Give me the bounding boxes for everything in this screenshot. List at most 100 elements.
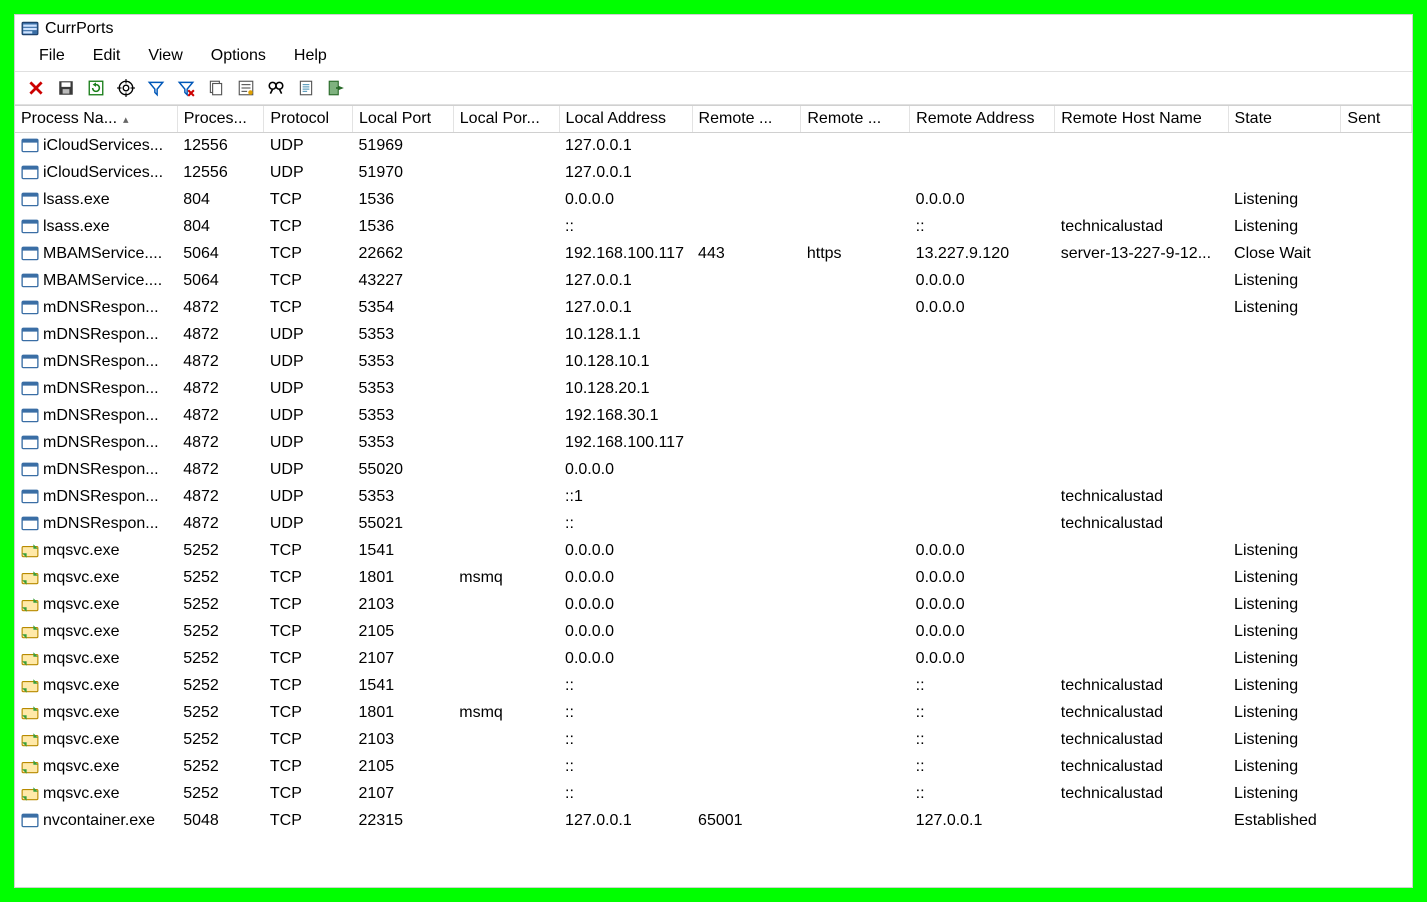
table-row[interactable]: mDNSRespon...4872UDP5353192.168.30.1	[15, 403, 1412, 430]
cell-laddr: 0.0.0.0	[559, 619, 692, 646]
service-process-icon	[21, 542, 39, 560]
cell-laddr: ::	[559, 727, 692, 754]
cell-laddr: 10.128.10.1	[559, 349, 692, 376]
table-row[interactable]: iCloudServices...12556UDP51969127.0.0.1	[15, 133, 1412, 160]
cell-rport	[692, 646, 801, 673]
cell-sent	[1341, 295, 1412, 322]
table-row[interactable]: MBAMService....5064TCP43227127.0.0.10.0.…	[15, 268, 1412, 295]
table-row[interactable]: mDNSRespon...4872UDP535310.128.20.1	[15, 376, 1412, 403]
col-lportn[interactable]: Local Por...	[453, 106, 559, 133]
cell-state	[1228, 457, 1341, 484]
table-row[interactable]: mDNSRespon...4872UDP5353::1technicalusta…	[15, 484, 1412, 511]
col-proc[interactable]: Process Na...▴	[15, 106, 177, 133]
col-lport[interactable]: Local Port	[353, 106, 454, 133]
table-row[interactable]: mDNSRespon...4872TCP5354127.0.0.10.0.0.0…	[15, 295, 1412, 322]
table-row[interactable]: mqsvc.exe5252TCP15410.0.0.00.0.0.0Listen…	[15, 538, 1412, 565]
table-row[interactable]: mDNSRespon...4872UDP55021::technicalusta…	[15, 511, 1412, 538]
grid-wrap[interactable]: Process Na...▴Proces...ProtocolLocal Por…	[15, 105, 1412, 887]
properties-icon[interactable]	[233, 75, 259, 101]
cell-lport: 2107	[353, 781, 454, 808]
cell-laddr: 0.0.0.0	[559, 538, 692, 565]
cell-state: Listening	[1228, 646, 1341, 673]
table-row[interactable]: mqsvc.exe5252TCP2105::::technicalustadLi…	[15, 754, 1412, 781]
col-proto[interactable]: Protocol	[264, 106, 353, 133]
cell-state	[1228, 160, 1341, 187]
filter-icon[interactable]	[143, 75, 169, 101]
copy-icon[interactable]	[203, 75, 229, 101]
cell-lportn	[453, 133, 559, 160]
col-sent[interactable]: Sent	[1341, 106, 1412, 133]
menu-edit[interactable]: Edit	[79, 45, 135, 67]
table-row[interactable]: mqsvc.exe5252TCP1801msmq0.0.0.00.0.0.0Li…	[15, 565, 1412, 592]
cell-rhost	[1055, 565, 1228, 592]
cell-proc: mDNSRespon...	[15, 457, 177, 484]
table-row[interactable]: mqsvc.exe5252TCP21070.0.0.00.0.0.0Listen…	[15, 646, 1412, 673]
cell-proto: TCP	[264, 295, 353, 322]
app-process-icon	[21, 299, 39, 317]
filter-clear-icon[interactable]	[173, 75, 199, 101]
table-row[interactable]: iCloudServices...12556UDP51970127.0.0.1	[15, 160, 1412, 187]
cell-lport: 1801	[353, 700, 454, 727]
find-icon[interactable]	[263, 75, 289, 101]
close-icon[interactable]	[23, 75, 49, 101]
cell-lport: 5353	[353, 376, 454, 403]
table-row[interactable]: nvcontainer.exe5048TCP22315127.0.0.16500…	[15, 808, 1412, 835]
process-name: mDNSRespon...	[43, 461, 159, 479]
cell-sent	[1341, 268, 1412, 295]
cell-laddr: ::	[559, 700, 692, 727]
refresh-icon[interactable]	[83, 75, 109, 101]
cell-laddr: ::	[559, 673, 692, 700]
cell-raddr	[910, 484, 1055, 511]
col-raddr[interactable]: Remote Address	[910, 106, 1055, 133]
cell-rportn: https	[801, 241, 910, 268]
table-row[interactable]: mqsvc.exe5252TCP1541::::technicalustadLi…	[15, 673, 1412, 700]
cell-rhost	[1055, 187, 1228, 214]
process-name: mDNSRespon...	[43, 299, 159, 317]
cell-lportn	[453, 457, 559, 484]
table-row[interactable]: mqsvc.exe5252TCP2103::::technicalustadLi…	[15, 727, 1412, 754]
table-row[interactable]: mDNSRespon...4872UDP535310.128.1.1	[15, 322, 1412, 349]
cell-rhost	[1055, 268, 1228, 295]
save-icon[interactable]	[53, 75, 79, 101]
table-row[interactable]: mDNSRespon...4872UDP5353192.168.100.117	[15, 430, 1412, 457]
cell-raddr: 0.0.0.0	[910, 295, 1055, 322]
col-rport[interactable]: Remote ...	[692, 106, 801, 133]
table-row[interactable]: mDNSRespon...4872UDP535310.128.10.1	[15, 349, 1412, 376]
col-laddr[interactable]: Local Address	[559, 106, 692, 133]
cell-lportn	[453, 403, 559, 430]
cell-raddr	[910, 133, 1055, 160]
cell-proc: mDNSRespon...	[15, 349, 177, 376]
cell-pid: 4872	[177, 430, 264, 457]
cell-state: Listening	[1228, 538, 1341, 565]
cell-laddr: 0.0.0.0	[559, 565, 692, 592]
table-row[interactable]: mqsvc.exe5252TCP1801msmq::::technicalust…	[15, 700, 1412, 727]
table-row[interactable]: MBAMService....5064TCP22662192.168.100.1…	[15, 241, 1412, 268]
outer-frame: CurrPorts FileEditViewOptionsHelp Proces…	[0, 0, 1427, 902]
table-row[interactable]: mqsvc.exe5252TCP21030.0.0.00.0.0.0Listen…	[15, 592, 1412, 619]
col-rportn[interactable]: Remote ...	[801, 106, 910, 133]
cell-rportn	[801, 187, 910, 214]
cell-rhost	[1055, 376, 1228, 403]
table-row[interactable]: mqsvc.exe5252TCP21050.0.0.00.0.0.0Listen…	[15, 619, 1412, 646]
cell-laddr: ::	[559, 754, 692, 781]
cell-pid: 5252	[177, 538, 264, 565]
menu-help[interactable]: Help	[280, 45, 341, 67]
menu-options[interactable]: Options	[197, 45, 280, 67]
cell-rportn	[801, 457, 910, 484]
process-name: MBAMService....	[43, 245, 162, 263]
table-row[interactable]: lsass.exe804TCP1536::::technicalustadLis…	[15, 214, 1412, 241]
cell-pid: 4872	[177, 403, 264, 430]
target-icon[interactable]	[113, 75, 139, 101]
cell-rport	[692, 133, 801, 160]
table-row[interactable]: mDNSRespon...4872UDP550200.0.0.0	[15, 457, 1412, 484]
table-row[interactable]: lsass.exe804TCP15360.0.0.00.0.0.0Listeni…	[15, 187, 1412, 214]
table-row[interactable]: mqsvc.exe5252TCP2107::::technicalustadLi…	[15, 781, 1412, 808]
cell-proc: iCloudServices...	[15, 133, 177, 160]
menu-view[interactable]: View	[134, 45, 196, 67]
html-report-icon[interactable]	[293, 75, 319, 101]
exit-icon[interactable]	[323, 75, 349, 101]
col-pid[interactable]: Proces...	[177, 106, 264, 133]
col-state[interactable]: State	[1228, 106, 1341, 133]
col-rhost[interactable]: Remote Host Name	[1055, 106, 1228, 133]
menu-file[interactable]: File	[25, 45, 79, 67]
